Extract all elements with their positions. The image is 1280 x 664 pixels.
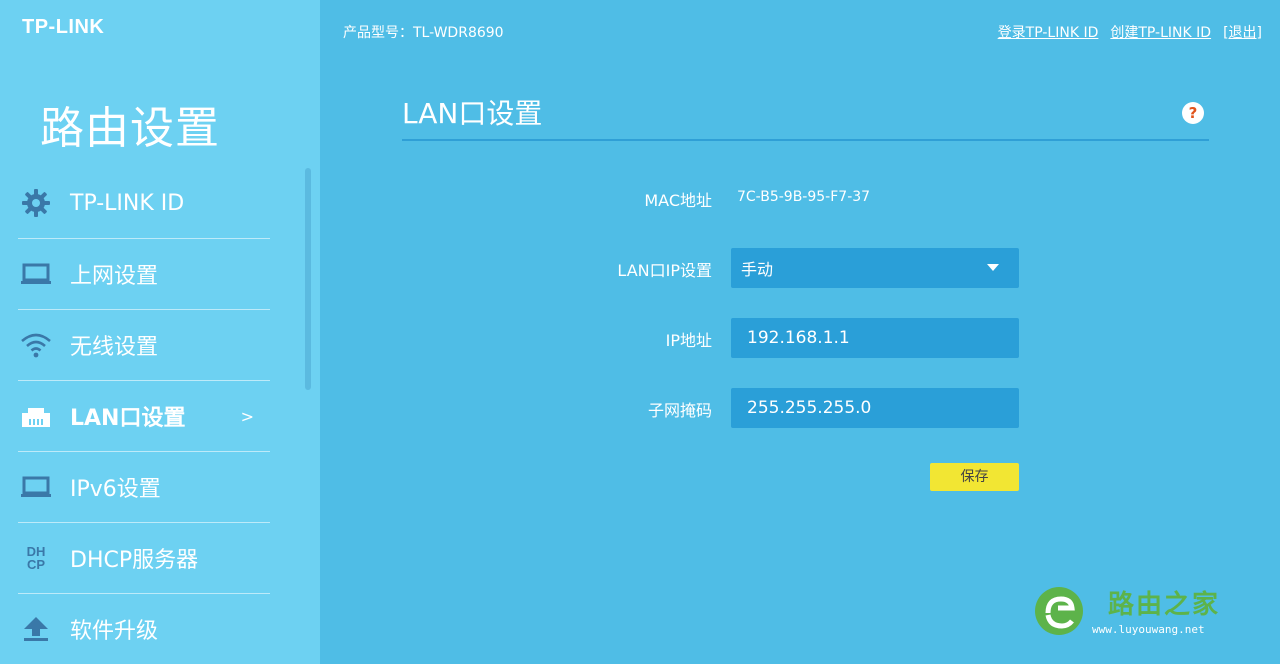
sidebar-item-label: 上网设置 bbox=[70, 264, 159, 289]
sidebar-item-tplink-id[interactable]: TP-LINK ID bbox=[18, 168, 270, 239]
sidebar-item-internet[interactable]: 上网设置 bbox=[18, 239, 270, 310]
lan-ip-mode-select[interactable]: 手动 bbox=[731, 248, 1019, 288]
watermark: 路由之家 www.luyouwang.net bbox=[1034, 582, 1274, 642]
subnet-mask-field-box bbox=[731, 388, 1019, 428]
sidebar-item-dhcp[interactable]: DH CP DHCP服务器 bbox=[18, 523, 270, 594]
sidebar-item-upgrade[interactable]: 软件升级 bbox=[18, 594, 270, 664]
sidebar-item-lan[interactable]: LAN口设置 > bbox=[18, 381, 270, 452]
create-tplink-id-link[interactable]: 创建TP-LINK ID bbox=[1110, 22, 1211, 42]
laptop-icon bbox=[18, 469, 54, 505]
upload-icon bbox=[18, 611, 54, 647]
caret-down-icon bbox=[987, 264, 999, 271]
sidebar-item-label: LAN口设置 bbox=[70, 406, 186, 431]
sidebar-item-label: DHCP服务器 bbox=[70, 548, 199, 573]
ip-address-field-box bbox=[731, 318, 1019, 358]
sidebar-nav: TP-LINK ID 上网设置 无线设置 LAN口设置 > IPv6设置 DH … bbox=[18, 168, 270, 664]
ip-address-input[interactable] bbox=[741, 327, 1019, 349]
sidebar-item-ipv6[interactable]: IPv6设置 bbox=[18, 452, 270, 523]
sidebar-item-wireless[interactable]: 无线设置 bbox=[18, 310, 270, 381]
dhcp-icon: DH CP bbox=[18, 540, 54, 576]
sidebar: TP-LINK 路由设置 TP-LINK ID 上网设置 无线设置 LAN口设置… bbox=[0, 0, 320, 664]
lan-ip-mode-label: LAN口IP设置 bbox=[617, 261, 712, 280]
dhcp-icon-text: DH CP bbox=[26, 544, 46, 572]
sidebar-item-label: IPv6设置 bbox=[70, 477, 161, 502]
mac-value: 7C-B5-9B-95-F7-37 bbox=[737, 189, 871, 205]
save-button[interactable]: 保存 bbox=[930, 463, 1019, 491]
logout-link[interactable]: [退出] bbox=[1223, 22, 1262, 42]
page-title: LAN口设置 bbox=[402, 97, 543, 130]
model-label: 产品型号：TL-WDR8690 bbox=[343, 25, 504, 41]
router-settings-page: TP-LINK 路由设置 TP-LINK ID 上网设置 无线设置 LAN口设置… bbox=[0, 0, 1280, 664]
lan-port-icon bbox=[18, 398, 54, 434]
laptop-icon bbox=[18, 256, 54, 292]
title-divider bbox=[402, 139, 1209, 141]
sidebar-item-label: TP-LINK ID bbox=[70, 190, 185, 216]
login-tplink-id-link[interactable]: 登录TP-LINK ID bbox=[998, 22, 1099, 42]
watermark-logo-icon bbox=[1035, 587, 1083, 635]
lan-ip-mode-value: 手动 bbox=[741, 260, 774, 279]
gear-icon bbox=[18, 185, 54, 221]
sidebar-scrollbar[interactable] bbox=[305, 168, 311, 390]
ip-address-label: IP地址 bbox=[665, 331, 712, 350]
subnet-mask-input[interactable] bbox=[741, 397, 1019, 419]
watermark-text: 路由之家 bbox=[1108, 590, 1221, 620]
wifi-icon bbox=[18, 327, 54, 363]
mac-label: MAC地址 bbox=[644, 191, 712, 210]
sidebar-item-label: 软件升级 bbox=[70, 619, 159, 644]
watermark-url: www.luyouwang.net bbox=[1092, 623, 1205, 636]
subnet-mask-label: 子网掩码 bbox=[647, 401, 712, 420]
chevron-right-icon: > bbox=[240, 406, 254, 426]
sidebar-item-label: 无线设置 bbox=[70, 335, 159, 360]
brand-logo: TP-LINK bbox=[22, 16, 105, 38]
sidebar-title: 路由设置 bbox=[40, 103, 220, 154]
help-icon[interactable]: ? bbox=[1182, 102, 1204, 124]
account-links: 登录TP-LINK ID 创建TP-LINK ID [退出] bbox=[998, 22, 1262, 42]
